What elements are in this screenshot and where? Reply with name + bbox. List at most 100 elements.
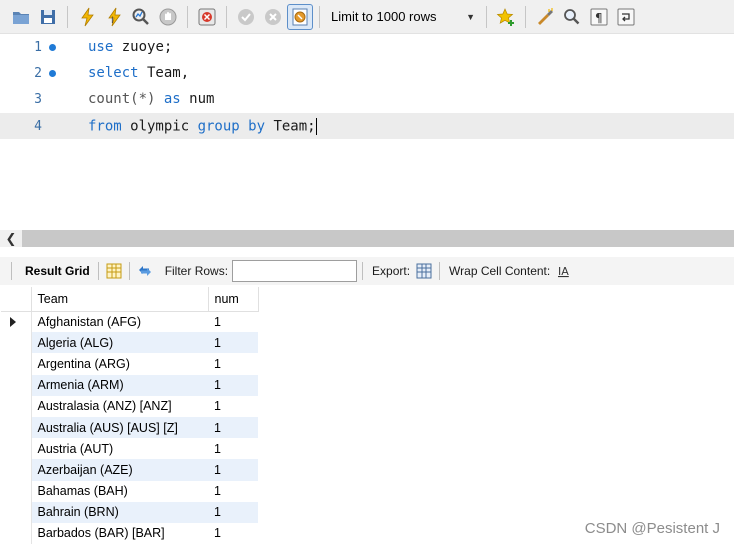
row-selector[interactable]: [1, 374, 32, 396]
cell-num[interactable]: 1: [208, 481, 258, 502]
cell-num[interactable]: 1: [208, 332, 258, 354]
editor-line: 3 count(*) as num: [0, 86, 734, 112]
table-row[interactable]: Austria (AUT) 1: [1, 438, 258, 460]
table-row[interactable]: Barbados (BAR) [BAR] 1: [1, 522, 258, 545]
table-row[interactable]: Bahamas (BAH) 1: [1, 480, 258, 502]
cell-num[interactable]: 1: [208, 311, 258, 332]
filter-rows-label: Filter Rows:: [164, 264, 229, 278]
explain-icon[interactable]: [128, 4, 154, 30]
toolbar-separator: [362, 262, 364, 280]
row-selector[interactable]: [1, 332, 32, 354]
sql-text: olympic: [121, 118, 198, 134]
sql-text: Team,: [138, 65, 190, 81]
cell-num[interactable]: 1: [208, 374, 258, 396]
line-number: 4: [34, 118, 42, 134]
toggle-errors-icon[interactable]: [194, 4, 220, 30]
cell-num[interactable]: 1: [208, 501, 258, 523]
row-selector[interactable]: [1, 522, 32, 545]
sql-keyword: select: [88, 65, 139, 81]
cell-team[interactable]: Barbados (BAR) [BAR]: [31, 523, 208, 544]
results-toolbar: Result Grid Filter Rows: Export: Wrap Ce…: [0, 257, 734, 285]
rollback-icon[interactable]: [260, 4, 286, 30]
save-icon[interactable]: [35, 4, 61, 30]
editor-line: 2 select Team,: [0, 60, 734, 86]
code-text: from olympic group by Team;: [88, 117, 317, 135]
row-selector[interactable]: [1, 311, 32, 333]
row-selector[interactable]: [1, 395, 32, 417]
cell-num[interactable]: 1: [208, 438, 258, 459]
row-selector[interactable]: [1, 416, 32, 439]
limit-rows-select[interactable]: Limit to 1000 rows ▼: [326, 5, 481, 29]
wrap-icon[interactable]: [613, 4, 639, 30]
toolbar-separator: [187, 5, 188, 28]
sql-editor[interactable]: 1 use zuoye; 2 select Team, 3 count(*) a…: [0, 34, 734, 230]
add-snippet-icon[interactable]: [493, 4, 519, 30]
invisible-chars-icon[interactable]: ¶: [586, 4, 612, 30]
wrap-cell-icon[interactable]: IA: [554, 261, 574, 281]
table-row[interactable]: Australia (AUS) [AUS] [Z] 1: [1, 416, 258, 439]
refresh-icon[interactable]: [135, 261, 155, 281]
statement-marker-icon: [49, 69, 56, 77]
column-header-num[interactable]: num: [208, 287, 259, 312]
row-selector[interactable]: [1, 480, 32, 502]
cell-team[interactable]: Australia (AUS) [AUS] [Z]: [31, 416, 208, 439]
table-row[interactable]: Afghanistan (AFG) 1: [1, 311, 258, 333]
commit-icon[interactable]: [233, 4, 259, 30]
limit-rows-label: Limit to 1000 rows: [331, 9, 437, 24]
cell-team[interactable]: Bahamas (BAH): [31, 481, 208, 502]
cell-num[interactable]: 1: [208, 416, 258, 439]
result-grid[interactable]: Team num Afghanistan (AFG) 1 Algeria (ALG)…: [1, 287, 259, 545]
scroll-left-icon[interactable]: ❮: [0, 230, 22, 247]
result-grid-tab[interactable]: Result Grid: [17, 264, 93, 278]
line-number: 2: [34, 65, 42, 81]
cell-num[interactable]: 1: [208, 459, 258, 481]
export-icon[interactable]: [414, 261, 434, 281]
table-row[interactable]: Argentina (ARG) 1: [1, 353, 258, 375]
cell-team[interactable]: Austria (AUT): [31, 438, 208, 459]
column-header-team[interactable]: Team: [31, 287, 209, 312]
table-row[interactable]: Azerbaijan (AZE) 1: [1, 459, 258, 481]
cell-team[interactable]: Bahrain (BRN): [31, 501, 208, 523]
row-selector[interactable]: [1, 353, 32, 375]
chevron-down-icon: ▼: [466, 11, 475, 22]
toolbar-separator: [67, 5, 68, 28]
sql-text: Team;: [265, 118, 316, 134]
cell-team[interactable]: Australasia (ANZ) [ANZ]: [31, 396, 208, 417]
table-row[interactable]: Algeria (ALG) 1: [1, 332, 258, 354]
line-number: 1: [34, 39, 42, 55]
cell-num[interactable]: 1: [208, 353, 258, 374]
row-selector[interactable]: [1, 459, 32, 481]
editor-line: 1 use zuoye;: [0, 34, 734, 60]
table-row[interactable]: Armenia (ARM) 1: [1, 374, 258, 396]
stop-icon[interactable]: [155, 4, 181, 30]
cell-num[interactable]: 1: [208, 396, 258, 417]
filter-rows-input[interactable]: [232, 260, 358, 282]
beautify-icon[interactable]: [532, 4, 558, 30]
wrap-cell-label: Wrap Cell Content:: [449, 264, 551, 278]
row-selector-header[interactable]: [1, 287, 32, 312]
sql-text: zuoye;: [113, 39, 173, 55]
cell-num[interactable]: 1: [208, 523, 258, 544]
cell-team[interactable]: Afghanistan (AFG): [31, 311, 208, 332]
editor-horizontal-scrollbar[interactable]: ❮: [0, 230, 734, 247]
cell-team[interactable]: Algeria (ALG): [31, 332, 208, 354]
sql-text: num: [180, 91, 215, 107]
table-row[interactable]: Bahrain (BRN) 1: [1, 501, 258, 523]
toolbar-separator: [319, 5, 320, 28]
row-selector[interactable]: [1, 438, 32, 460]
folder-open-icon[interactable]: [8, 4, 34, 30]
svg-text:¶: ¶: [595, 11, 603, 25]
autocommit-icon[interactable]: [287, 3, 313, 30]
execute-icon[interactable]: [74, 4, 100, 30]
sql-function: count(*): [88, 91, 156, 107]
cell-team[interactable]: Armenia (ARM): [31, 374, 208, 396]
grid-view-icon[interactable]: [104, 261, 124, 281]
cell-team[interactable]: Argentina (ARG): [31, 353, 208, 374]
row-selector[interactable]: [1, 501, 32, 523]
table-row[interactable]: Australasia (ANZ) [ANZ] 1: [1, 395, 258, 417]
cell-team[interactable]: Azerbaijan (AZE): [31, 459, 208, 481]
find-icon[interactable]: [559, 4, 585, 30]
statement-marker-icon: [49, 43, 56, 51]
execute-current-icon[interactable]: I: [101, 4, 127, 30]
toolbar-separator: [11, 262, 12, 280]
